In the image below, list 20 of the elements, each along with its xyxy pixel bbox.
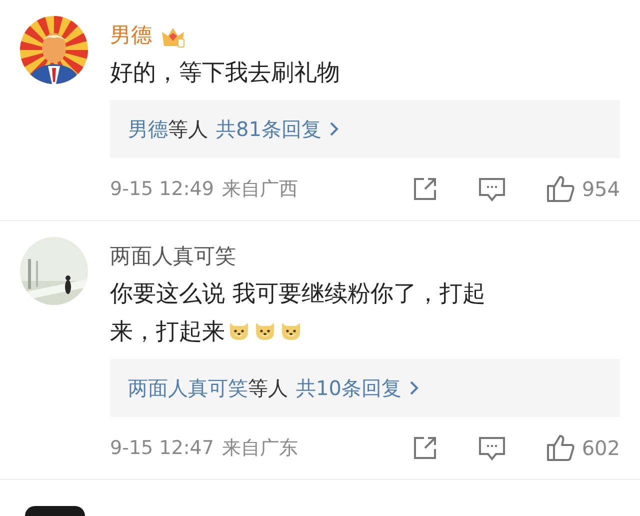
avatar-icon[interactable]: [25, 506, 85, 516]
chevron-right-icon: [409, 380, 420, 396]
comment-text: 你要这么说 我可要继续粉你了，打起来，打起来: [110, 280, 486, 347]
chevron-right-icon: [329, 121, 340, 137]
comment-time: 9-15 12:47: [110, 436, 214, 461]
comment-time: 9-15 12:49: [110, 176, 214, 202]
comment-location: 来自广西: [222, 176, 298, 202]
like-count: 602: [582, 435, 620, 462]
comment-icon[interactable]: [478, 435, 506, 461]
comment-text: 好的，等下我去刷礼物: [110, 59, 341, 88]
thumbs-up-icon[interactable]: [546, 434, 576, 462]
share-icon[interactable]: [412, 435, 438, 461]
comment-icon[interactable]: [478, 176, 506, 202]
comment-location: 来自广东: [222, 436, 298, 461]
thumbs-up-icon[interactable]: [546, 175, 576, 203]
replies-link[interactable]: 男德等人 共81条回复: [110, 100, 620, 158]
share-icon[interactable]: [412, 176, 438, 202]
like-count: 954: [582, 176, 620, 203]
username[interactable]: 两面人真可笑: [110, 241, 236, 273]
replies-link[interactable]: 两面人真可笑等人 共10条回复: [110, 359, 620, 417]
